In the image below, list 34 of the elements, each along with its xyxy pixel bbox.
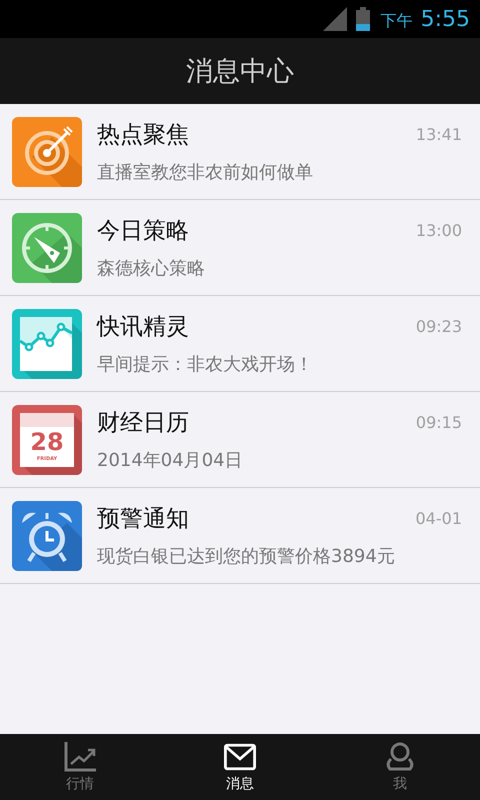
compass-icon [12, 212, 82, 282]
tab[interactable]: 行情 [0, 734, 160, 800]
target-icon [12, 116, 82, 186]
tab[interactable]: 消息 [160, 734, 320, 800]
message-time: 09:15 [416, 413, 462, 432]
line-chart-icon [64, 742, 96, 772]
message-preview: 森德核心策略 [97, 257, 206, 280]
tab[interactable]: 我 [320, 734, 480, 800]
message-time: 13:00 [416, 221, 462, 240]
message-title: 热点聚焦 [97, 121, 189, 150]
mail-icon [224, 742, 256, 772]
message-item[interactable]: 快讯精灵 09:23 早间提示：非农大戏开场！ [0, 296, 480, 392]
message-time: 13:41 [416, 125, 462, 144]
am-pm-label: 下午 [380, 10, 413, 32]
line-chart-icon [12, 308, 82, 378]
screen-title: 消息中心 [186, 55, 294, 89]
message-item[interactable]: 预警通知 04-01 现货白银已达到您的预警价格3894元 [0, 488, 480, 584]
message-item[interactable]: 今日策略 13:00 森德核心策略 [0, 200, 480, 296]
message-preview: 现货白银已达到您的预警价格3894元 [97, 545, 396, 568]
battery-icon [354, 7, 371, 31]
message-title: 今日策略 [97, 217, 189, 246]
message-title: 快讯精灵 [97, 313, 189, 342]
message-preview: 2014年04月04日 [97, 449, 244, 472]
alarm-clock-icon [12, 500, 82, 570]
clock-time: 5:55 [420, 6, 470, 32]
message-time: 09:23 [416, 317, 462, 336]
message-preview: 早间提示：非农大戏开场！ [97, 353, 314, 376]
signal-icon [322, 7, 347, 31]
message-title: 财经日历 [97, 409, 189, 438]
message-preview: 直播室教您非农前如何做单 [97, 161, 314, 184]
message-time: 04-01 [416, 509, 462, 528]
message-title: 预警通知 [97, 505, 189, 534]
message-item[interactable]: 热点聚焦 13:41 直播室教您非农前如何做单 [0, 104, 480, 200]
person-icon [384, 742, 416, 772]
